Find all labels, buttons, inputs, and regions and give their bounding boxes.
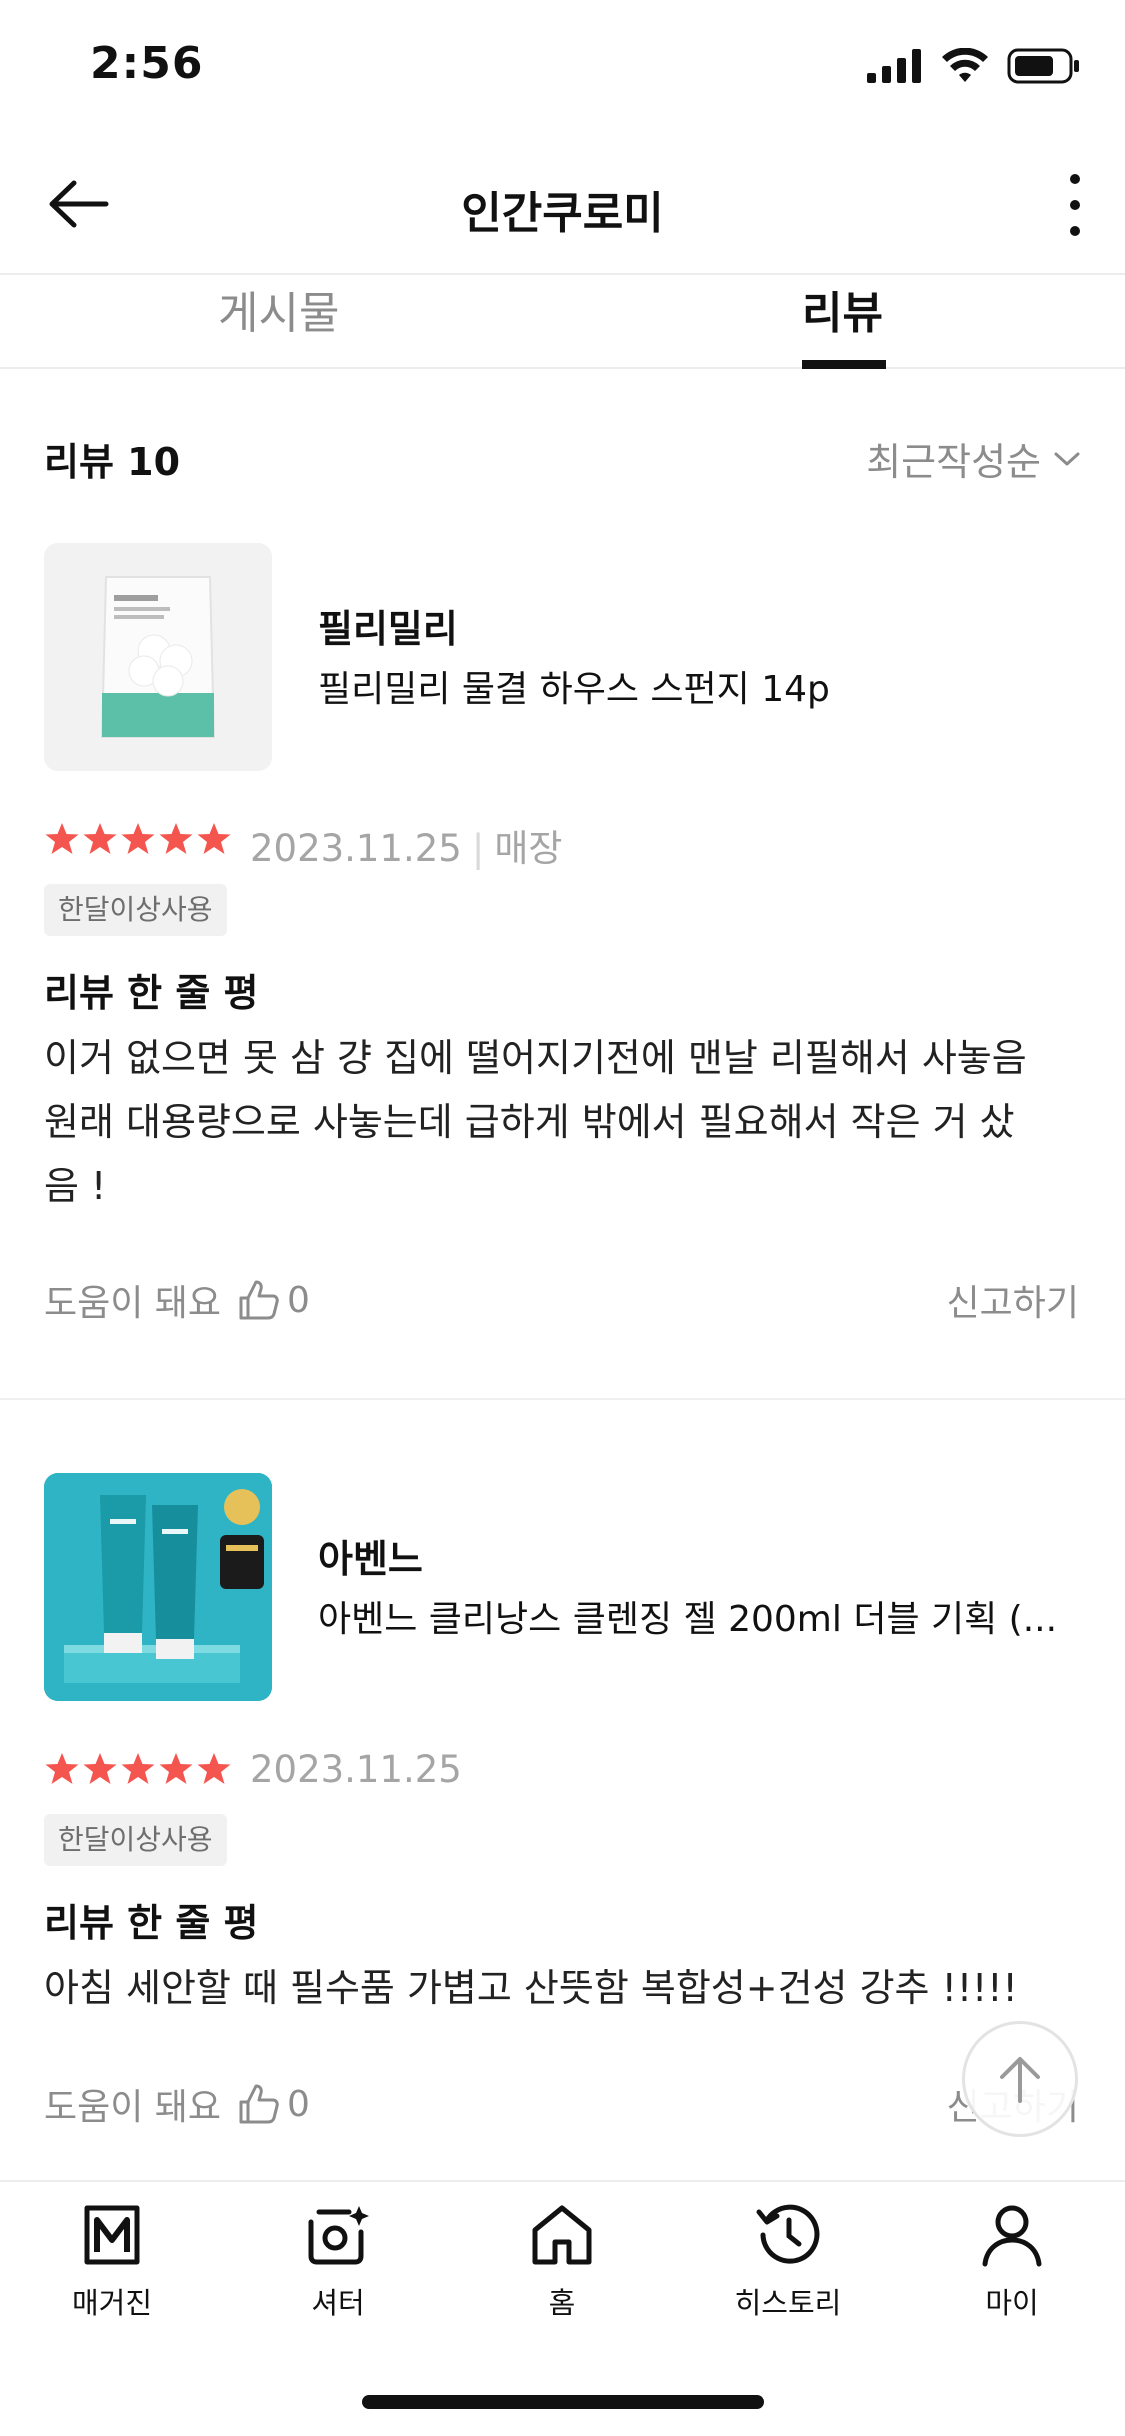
product-brand: 필리밀리 xyxy=(318,607,458,651)
star-icon xyxy=(121,1753,155,1784)
helpful-button[interactable]: 도움이 돼요 0 xyxy=(44,1274,310,1326)
nav-magazine[interactable]: 매거진 xyxy=(32,2202,192,2322)
shutter-icon xyxy=(308,2206,369,2265)
profile-tabs: 게시물 리뷰 xyxy=(0,277,1125,369)
review-line: 원래 대용량으로 사놓는데 급하게 밖에서 필요해서 작은 거 샀 xyxy=(44,1100,1015,1144)
status-time: 2:56 xyxy=(90,38,204,89)
star-icon xyxy=(45,823,79,854)
star-icon xyxy=(197,823,231,854)
nav-shutter[interactable]: 셔터 xyxy=(258,2202,418,2322)
app-header: 인간쿠로미 xyxy=(0,135,1125,275)
sort-label: 최근작성순 xyxy=(866,440,1041,484)
product-brand: 아벤느 xyxy=(318,1537,423,1581)
product-thumbnail[interactable] xyxy=(44,543,272,771)
review-line: 아침 세안할 때 필수품 가볍고 산뜻함 복합성+건성 강추 !!!!! xyxy=(44,1966,1018,2010)
review-divider xyxy=(0,1398,1125,1400)
nav-my[interactable]: 마이 xyxy=(932,2202,1092,2322)
review-line: 음 ! xyxy=(44,1164,107,1208)
rating-stars xyxy=(44,822,232,856)
star-icon xyxy=(83,823,117,854)
nav-label: 홈 xyxy=(548,2286,576,2320)
wifi-icon xyxy=(942,48,988,82)
review-meta: 2023.11.25 | 매장 xyxy=(250,818,562,872)
helpful-button[interactable]: 도움이 돼요 0 xyxy=(44,2078,310,2130)
meta-separator: | xyxy=(471,827,485,870)
star-icon xyxy=(159,1753,193,1784)
product-name[interactable]: 필리밀리 물결 하우스 스펀지 14p xyxy=(318,660,1078,712)
review-date: 2023.11.25 xyxy=(250,1748,462,1791)
tab-reviews[interactable]: 리뷰 xyxy=(802,277,883,369)
history-icon xyxy=(756,2204,820,2264)
cellular-signal-icon xyxy=(867,49,921,83)
star-icon xyxy=(197,1753,231,1784)
product-name[interactable]: 아벤느 클리낭스 클렌징 젤 200ml 더블 기획 (... xyxy=(318,1590,1078,1642)
nav-label: 히스토리 xyxy=(734,2286,842,2320)
home-icon xyxy=(532,2205,592,2265)
arrow-up-icon xyxy=(1000,2057,1040,2103)
oneline-review-title: 리뷰 한 줄 평 xyxy=(44,1901,259,1945)
review-date: 2023.11.25 xyxy=(250,827,462,870)
magazine-icon xyxy=(84,2205,140,2265)
purchase-channel: 매장 xyxy=(494,827,563,870)
nav-home[interactable]: 홈 xyxy=(482,2202,642,2322)
more-options-button[interactable] xyxy=(1055,167,1095,243)
thumbs-up-icon xyxy=(239,1280,279,1320)
usage-badge: 한달이상사용 xyxy=(44,1814,227,1866)
helpful-label: 도움이 돼요 xyxy=(44,2087,222,2128)
review-body: 아침 세안할 때 필수품 가볍고 산뜻함 복합성+건성 강추 !!!!! xyxy=(44,1956,1084,2020)
cleansing-gel-image xyxy=(44,1473,272,1701)
thumbs-up-icon xyxy=(239,2084,279,2124)
star-icon xyxy=(159,823,193,854)
star-icon xyxy=(45,1753,79,1784)
tab-active-indicator xyxy=(802,360,886,369)
oneline-review-title: 리뷰 한 줄 평 xyxy=(44,971,259,1015)
tab-posts[interactable]: 게시물 xyxy=(218,277,339,369)
nav-label: 매거진 xyxy=(71,2286,153,2320)
helpful-count: 0 xyxy=(287,1279,310,1321)
rating-stars xyxy=(44,1752,232,1786)
battery-icon xyxy=(1007,48,1079,84)
nav-history[interactable]: 히스토리 xyxy=(708,2202,868,2322)
status-bar: 2:56 xyxy=(0,0,1125,135)
sort-dropdown[interactable]: 최근작성순 xyxy=(866,431,1081,486)
review-line: 이거 없으면 못 삼 걍 집에 떨어지기전에 맨날 리필해서 사놓음 xyxy=(44,1036,1027,1080)
usage-badge: 한달이상사용 xyxy=(44,884,227,936)
more-vertical-icon xyxy=(1070,174,1080,236)
scroll-to-top-button[interactable] xyxy=(962,2021,1078,2137)
helpful-count: 0 xyxy=(287,2083,310,2125)
review-count: 리뷰 10 xyxy=(44,440,181,484)
page-title: 인간쿠로미 xyxy=(461,188,664,239)
nav-label: 셔터 xyxy=(311,2286,365,2320)
review-body: 이거 없으면 못 삼 걍 집에 떨어지기전에 맨날 리필해서 사놓음 원래 대용… xyxy=(44,1026,1084,1218)
reviews-header: 리뷰 10 최근작성순 xyxy=(44,425,1081,485)
profile-icon xyxy=(982,2205,1042,2267)
star-icon xyxy=(83,1753,117,1784)
home-indicator xyxy=(362,2395,764,2409)
status-icons xyxy=(867,48,1081,84)
star-icon xyxy=(121,823,155,854)
helpful-label: 도움이 돼요 xyxy=(44,1283,222,1324)
nav-label: 마이 xyxy=(985,2286,1039,2320)
sponge-pouch-image xyxy=(44,543,272,771)
chevron-down-icon xyxy=(1054,452,1080,465)
product-thumbnail[interactable] xyxy=(44,1473,272,1701)
report-button[interactable]: 신고하기 xyxy=(947,1274,1079,1326)
